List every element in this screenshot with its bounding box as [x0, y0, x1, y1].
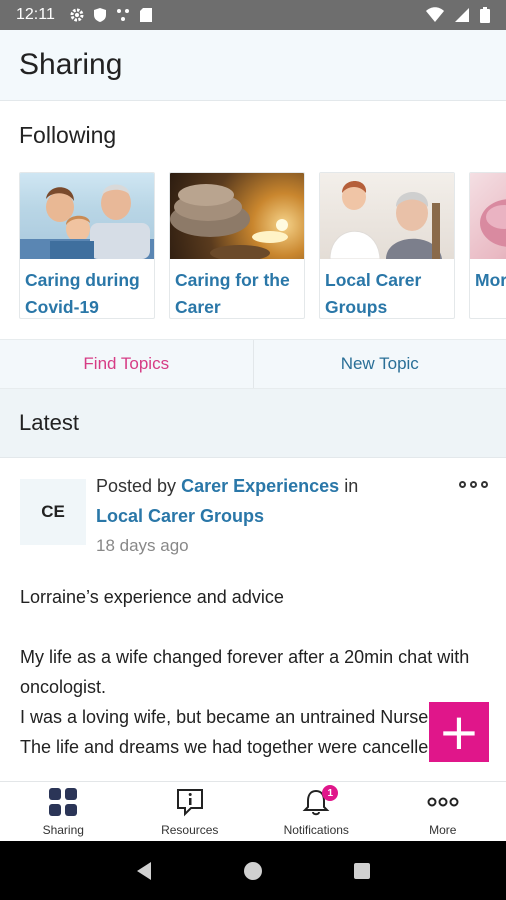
topic-card-local-groups[interactable]: Local Carer Groups [319, 172, 455, 319]
nav-label: Resources [161, 823, 219, 837]
nav-notifications[interactable]: 1 Notifications [253, 782, 380, 841]
status-bar: 12:11 [0, 0, 506, 30]
bottom-navigation: Sharing Resources 1 Notifications More [0, 781, 506, 841]
topic-card-image [470, 173, 506, 259]
avatar[interactable]: CE [20, 479, 86, 545]
topic-card-carer[interactable]: Caring for the Carer [169, 172, 305, 319]
home-icon[interactable] [242, 860, 264, 882]
topic-card-image [320, 173, 454, 259]
post-timestamp: 18 days ago [96, 536, 189, 555]
topic-card-image [170, 173, 304, 259]
topic-card-label: Mor [475, 270, 506, 290]
nav-label: More [429, 823, 457, 837]
grid-icon [49, 788, 78, 816]
post-title: Lorraine’s experience and advice [20, 587, 284, 607]
more-icon [427, 797, 459, 807]
latest-header: Latest [0, 389, 506, 458]
plus-icon: + [438, 703, 480, 761]
status-icons-right [426, 7, 490, 23]
nav-sharing[interactable]: Sharing [0, 782, 127, 841]
post-line: The life and dreams we had together were… [20, 737, 444, 757]
new-topic-button[interactable]: New Topic [254, 340, 506, 388]
settings-icon [70, 8, 84, 22]
post-line: I was a loving wife, but became an untra… [20, 707, 483, 727]
following-heading: Following [19, 122, 117, 148]
nav-resources[interactable]: Resources [127, 782, 254, 841]
post-meta: Posted by Carer Experiences in Local Car… [96, 471, 358, 561]
topic-card-image [20, 173, 154, 259]
page-title: Sharing [19, 48, 123, 81]
status-time: 12:11 [16, 6, 55, 23]
author-link[interactable]: Carer Experiences [181, 476, 339, 496]
battery-icon [480, 7, 490, 23]
signal-icon [455, 8, 469, 22]
topic-actions: Find Topics New Topic [0, 339, 506, 389]
nav-label: Notifications [283, 823, 349, 837]
app-bar: Sharing [0, 30, 506, 101]
shield-icon [93, 8, 106, 22]
recents-icon[interactable] [351, 860, 373, 882]
post-attribution: Posted by Carer Experiences in [96, 471, 358, 501]
post-body: Lorraine’s experience and advice My life… [20, 582, 490, 762]
sd-card-icon [139, 8, 152, 22]
following-cards: Caring during Covid-19 Caring for the Ca… [19, 172, 506, 320]
group-link[interactable]: Local Carer Groups [96, 506, 264, 526]
post-line: My life as a wife changed forever after … [20, 647, 470, 697]
topic-card-more[interactable]: Mor [469, 172, 506, 319]
topic-card-label: Local Carer Groups [325, 270, 422, 317]
topic-card-label: Caring during Covid-19 [25, 270, 140, 317]
wifi-icon [426, 7, 444, 22]
system-navigation-bar [0, 841, 506, 900]
find-topics-button[interactable]: Find Topics [0, 340, 254, 388]
notification-badge: 1 [322, 785, 339, 801]
topic-card-covid[interactable]: Caring during Covid-19 [19, 172, 155, 319]
info-icon [176, 789, 203, 817]
app-root: 12:11 Sharing Following Caring during Co… [0, 0, 506, 900]
nav-more[interactable]: More [380, 782, 506, 841]
status-icons-left [69, 7, 153, 23]
network-icon [116, 9, 129, 21]
topic-card-label: Caring for the Carer [175, 270, 290, 317]
more-options-icon[interactable] [459, 481, 488, 488]
posted-by-text: Posted by [96, 476, 177, 496]
nav-label: Sharing [42, 823, 84, 837]
add-post-button[interactable]: + [429, 702, 489, 762]
back-icon[interactable] [133, 860, 155, 882]
latest-heading: Latest [19, 410, 79, 435]
in-text: in [344, 476, 359, 496]
